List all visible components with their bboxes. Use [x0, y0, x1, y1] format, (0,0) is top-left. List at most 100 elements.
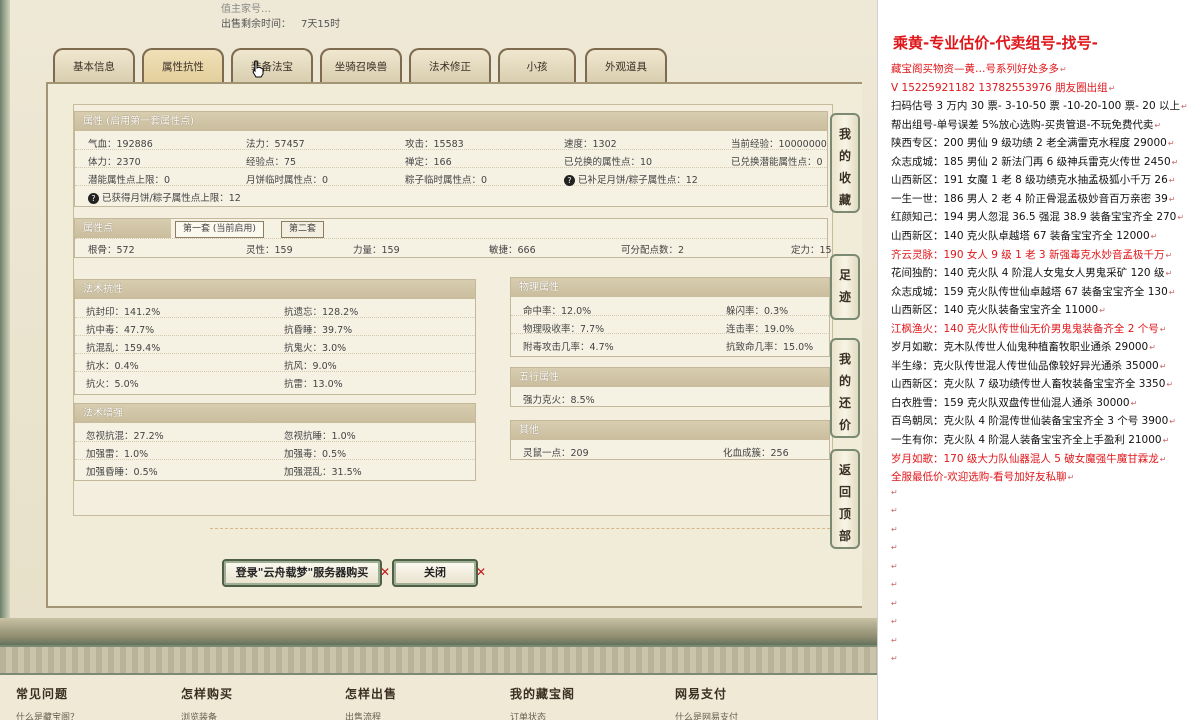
footer-link[interactable]: 什么是藏宝阁？	[16, 710, 79, 720]
close-button[interactable]: 关闭	[392, 559, 478, 587]
phys-absorb: 物理吸收率：7.7%	[523, 324, 605, 335]
paragraph-mark-icon: ↵	[891, 617, 898, 627]
doc-line: 半生缘：克火队传世混人传世仙品像较好异光通杀 35000↵	[891, 358, 1166, 373]
paragraph-mark-icon: ↵	[891, 524, 898, 534]
phys-poison-attack: 附毒攻击几率：4.7%	[523, 342, 614, 353]
btn-char: 我	[838, 352, 851, 366]
btn-char: 返	[838, 463, 851, 477]
paragraph-mark-icon: ↵	[1168, 287, 1176, 297]
footer-link[interactable]: 什么是网易支付	[675, 710, 738, 720]
tab-equipment-treasure[interactable]: 装备法宝	[231, 48, 313, 82]
tab-point-set-1[interactable]: 第一套 (当前启用)	[175, 221, 264, 238]
btn-char: 的	[838, 149, 851, 163]
doc-line: 花间独酌：140 克火队 4 阶混人女鬼女人男鬼采矿 120 级↵	[891, 265, 1172, 280]
my-favorites-button[interactable]: 我的收藏	[830, 113, 860, 213]
point-focus: 定力：15	[791, 245, 832, 256]
footer-heading: 怎样购买	[181, 687, 234, 701]
stat-points-limit-text: 已获得月饼/粽子属性点上限：12	[102, 193, 241, 204]
point-bone: 根骨：572	[88, 245, 135, 256]
btn-char: 我	[838, 127, 851, 141]
footer-heading: 网易支付	[675, 687, 728, 701]
paragraph-mark-icon: ↵	[891, 654, 898, 664]
paragraph-mark-icon: ↵	[1167, 139, 1175, 149]
sale-remaining-time: 出售剩余时间： 7天15时	[221, 15, 340, 30]
footer-col-buy: 怎样购买 浏览装备	[181, 685, 233, 720]
resist-poison: 抗中毒：47.7%	[86, 325, 155, 336]
tab-child[interactable]: 小孩	[498, 48, 576, 82]
paragraph-mark-icon: ↵	[891, 635, 898, 645]
paragraph-mark-icon: ↵	[1067, 473, 1075, 483]
time-value: 7天15时	[301, 19, 341, 30]
footer-link[interactable]: 出售流程	[345, 710, 397, 720]
help-icon[interactable]: ?	[88, 193, 99, 204]
stat-stamina: 体力：2370	[88, 157, 141, 168]
doc-line-text: 山西新区：140 克火队卓越塔 67 装备宝宝齐全 12000	[891, 229, 1150, 242]
stat-exchanged-potential: 已兑换潜能属性点：0	[731, 157, 823, 168]
resist-forget: 抗遗忘：128.2%	[284, 307, 359, 318]
footer-col-pay: 网易支付 什么是网易支付	[675, 685, 738, 720]
btn-char: 部	[838, 529, 851, 543]
divider	[210, 528, 830, 529]
paragraph-mark-icon: ↵	[891, 561, 898, 571]
footer-link[interactable]: 订单状态	[510, 710, 575, 720]
doc-line-text: 山西新区：克火队 7 级功绩传世人畜牧装备宝宝齐全 3350	[891, 378, 1166, 391]
element-fire-counter: 强力克火：8.5%	[523, 395, 595, 406]
tab-point-set-2[interactable]: 第二套	[281, 221, 325, 238]
paragraph-mark-icon: ↵	[1159, 361, 1167, 371]
tab-attributes-resist[interactable]: 属性抗性	[142, 48, 224, 82]
paragraph-mark-icon: ↵	[891, 598, 898, 608]
tab-basic-info[interactable]: 基本信息	[53, 48, 135, 82]
footer-col-sell: 怎样出售 出售流程	[345, 685, 397, 720]
resist-sleep: 抗昏睡：39.7%	[284, 325, 353, 336]
footer-col-my: 我的藏宝阁 订单状态	[510, 685, 575, 720]
doc-line: 山西新区：140 克火队卓越塔 67 装备宝宝齐全 12000↵	[891, 228, 1157, 243]
btn-char: 回	[838, 485, 851, 499]
resist-water: 抗水：0.4%	[86, 361, 139, 372]
footer-heading: 我的藏宝阁	[510, 687, 576, 701]
my-offers-button[interactable]: 我的还价	[830, 338, 860, 438]
doc-line-text: 江枫渔火：140 克火队传世仙无价男鬼鬼装备齐全 2 个号	[891, 322, 1159, 335]
help-icon[interactable]: ?	[564, 175, 575, 186]
phys-combo: 连击率：19.0%	[726, 324, 795, 335]
footer-link[interactable]: 浏览装备	[181, 710, 233, 720]
phys-anti-crit: 抗致命几率：15.0%	[726, 342, 814, 353]
stat-potential-limit: 潜能属性点上限：0	[88, 175, 171, 186]
doc-line: 藏宝阁买物资—黄…号系列好处多多↵	[891, 61, 1067, 76]
doc-line: 扫码估号 3 万内 30 票- 3-10-50 票 -10-20-100 票- …	[891, 98, 1188, 113]
stat-mp: 法力：57457	[246, 139, 305, 150]
doc-line: 百鸟朝凤：克火队 4 阶混传世仙装备宝宝齐全 3 个号 3900↵	[891, 413, 1176, 428]
tab-spell-correction[interactable]: 法术修正	[409, 48, 491, 82]
doc-line: 一生有你：克火队 4 阶混人装备宝宝齐全上手盈利 21000↵	[891, 432, 1169, 447]
doc-line: 山西新区：140 克火队装备宝宝齐全 11000↵	[891, 302, 1106, 317]
back-to-top-button[interactable]: 返回顶部	[830, 449, 860, 549]
physical-section: 物理属性 命中率：12.0% 躲闪率：0.3% 物理吸收率：7.7% 连击率：1…	[510, 277, 830, 357]
boost-poison: 加强毒：0.5%	[284, 449, 347, 460]
attributes-header: 属性 (启用第一套属性点)	[75, 112, 827, 131]
tab-mount-summon[interactable]: 坐骑召唤兽	[320, 48, 402, 82]
text-document[interactable]: 乘黄-专业估价-代卖组号-找号- 藏宝阁买物资—黄…号系列好处多多↵ V 1522…	[877, 0, 1188, 720]
paragraph-mark-icon: ↵	[1165, 250, 1173, 260]
point-agility: 敏捷：666	[489, 245, 536, 256]
hand-cursor-icon	[252, 60, 264, 78]
other-header: 其他	[511, 421, 829, 440]
paragraph-mark-icon: ↵	[1149, 343, 1156, 353]
point-assignable: 可分配点数：2	[621, 245, 685, 256]
buy-login-button[interactable]: 登录"云舟载梦"服务器购买	[222, 559, 382, 587]
doc-line-text: 众志成城：185 男仙 2 新法门再 6 级神兵雷克火传世 2450	[891, 155, 1171, 168]
doc-line: 齐云灵脉：190 女人 9 级 1 老 3 新强毒克水妙音孟极千万↵	[891, 247, 1172, 262]
doc-line-text: 一生一世：186 男人 2 老 4 阶正骨混孟极妙音百万亲密 39	[891, 192, 1168, 205]
resist-chaos: 抗混乱：159.4%	[86, 343, 161, 354]
doc-line-text: 白衣胜雪：159 克火队双盘传世仙混人通杀 30000	[891, 396, 1130, 409]
paragraph-mark-icon: ↵	[1177, 213, 1185, 223]
btn-char: 收	[838, 171, 851, 185]
boost-ignore-chaos-resist: 忽视抗混：27.2%	[86, 431, 164, 442]
doc-line: 一生一世：186 男人 2 老 4 阶正骨混孟极妙音百万亲密 39↵	[891, 191, 1176, 206]
stat-hp: 气血：192886	[88, 139, 153, 150]
doc-line-text: 岁月如歌：克木队传世人仙鬼种植畜牧职业通杀 29000	[891, 341, 1149, 354]
paragraph-mark-icon: ↵	[1060, 65, 1067, 74]
tab-appearance-items[interactable]: 外观道具	[585, 48, 667, 82]
magic-resist-header: 法术抗性	[75, 280, 475, 299]
footprints-button[interactable]: 足迹	[830, 254, 860, 320]
stat-speed: 速度：1302	[564, 139, 617, 150]
paragraph-mark-icon: ↵	[1150, 231, 1158, 241]
